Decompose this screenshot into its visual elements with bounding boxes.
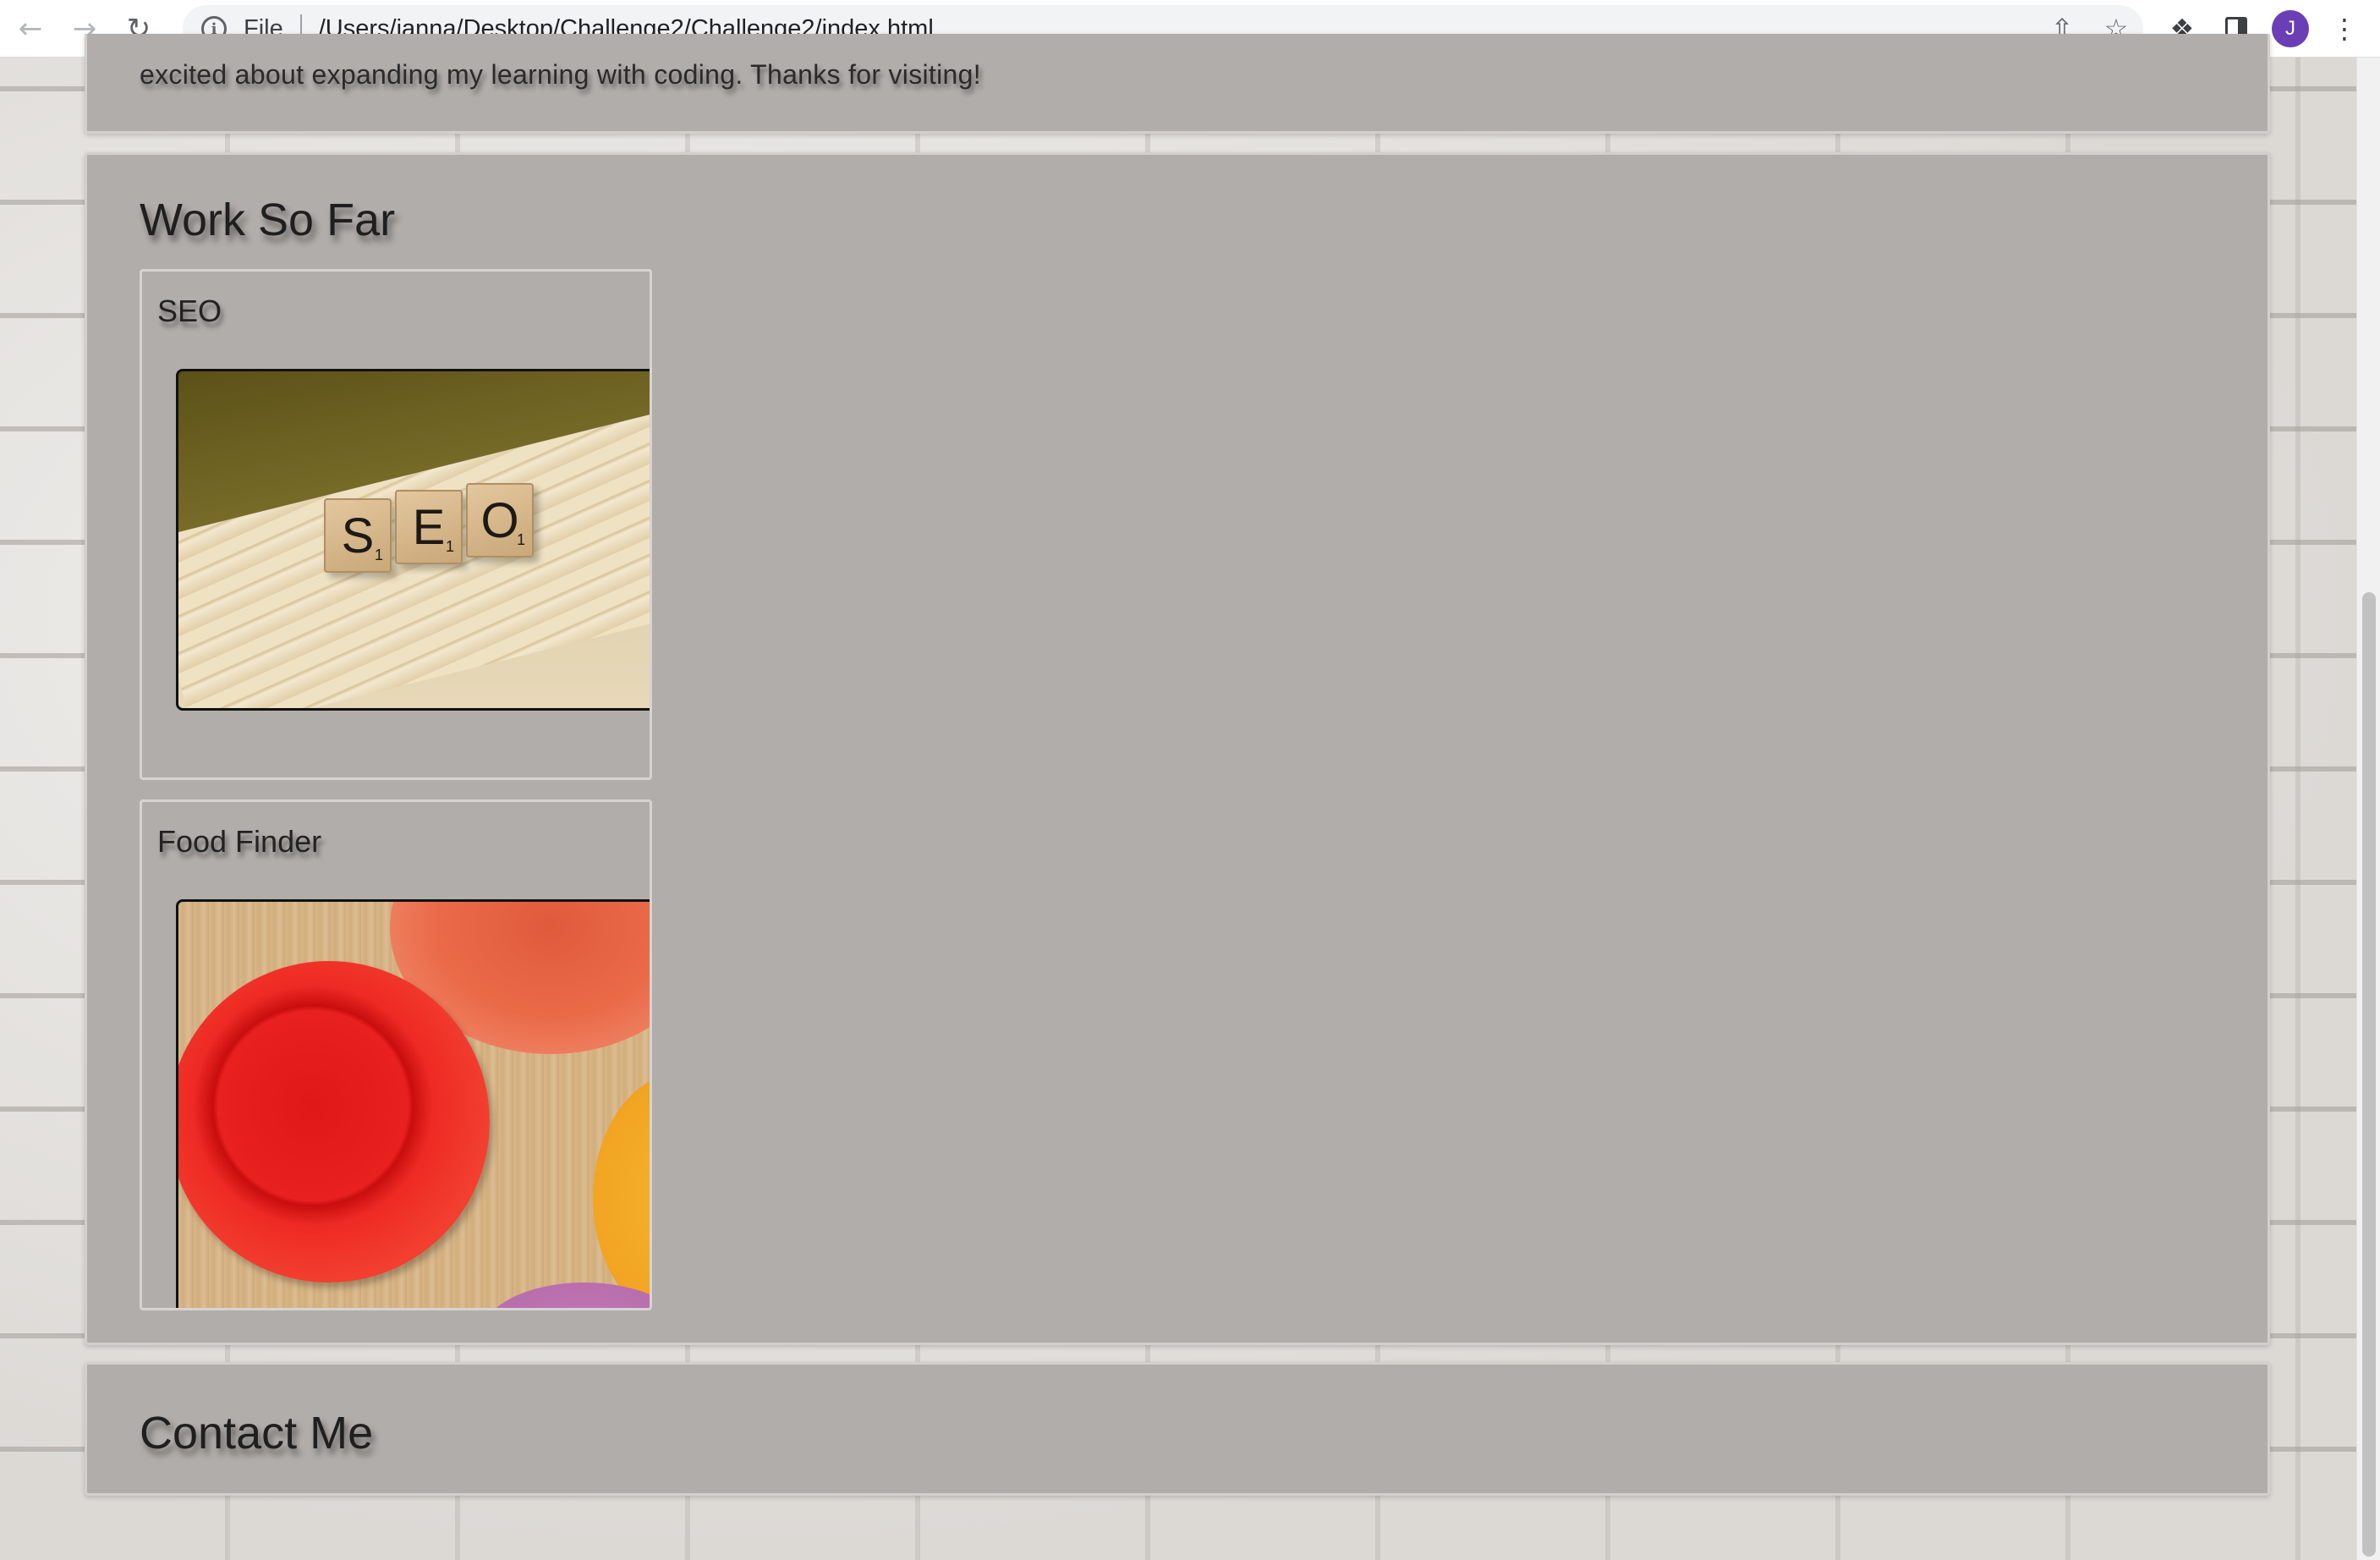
project-title: SEO [157,294,222,328]
red-plate-graphic [178,961,490,1283]
work-section: Work So Far SEO S1 E1 O1 Food Finder [85,152,2270,1345]
project-card-food-finder[interactable]: Food Finder [140,799,652,1310]
scrollbar-thumb[interactable] [2362,592,2376,1557]
page-scrollbar[interactable] [2356,58,2380,1560]
tile-s: S1 [324,498,392,573]
food-finder-project-image[interactable] [176,899,650,1308]
kebab-menu-icon[interactable]: ⋮ [2317,5,2372,52]
contact-section: Contact Me [85,1362,2270,1496]
tile-o: O1 [466,483,534,558]
purple-plate-graphic [483,1283,650,1308]
seo-project-image[interactable]: S1 E1 O1 [176,369,650,711]
scrabble-tiles: S1 E1 O1 [324,483,534,573]
yellow-plate-graphic [593,1071,650,1308]
tile-e: E1 [395,490,463,564]
about-text: excited about expanding my learning with… [140,59,981,90]
project-card-seo[interactable]: SEO S1 E1 O1 [140,269,652,780]
project-title: Food Finder [157,824,322,859]
back-arrow-icon[interactable]: ← [7,5,54,52]
about-section: excited about expanding my learning with… [85,34,2270,134]
work-section-title: Work So Far [140,195,396,245]
contact-section-title: Contact Me [140,1408,374,1458]
profile-avatar[interactable]: J [2272,10,2309,47]
